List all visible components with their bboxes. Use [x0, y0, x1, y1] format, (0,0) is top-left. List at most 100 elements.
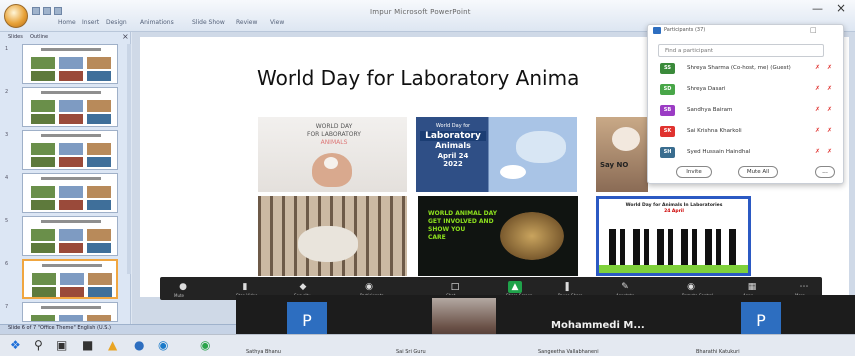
edge-icon[interactable]: ◉ — [158, 338, 168, 352]
participant-row[interactable]: SS Shreya Sharma (Co-host, me) (Guest) ✗ ✗ — [657, 63, 837, 75]
invite-button[interactable]: Invite — [676, 166, 712, 178]
participant-row[interactable]: SD Shreya Dasari ✗ ✗ — [657, 84, 837, 96]
menu-insert[interactable]: Insert — [82, 19, 99, 26]
image-card-1: WORLD DAY FOR LABORATORY ANIMALS — [258, 117, 407, 192]
image-card-4 — [258, 196, 407, 276]
video-participant-name: Mohammedi M... — [551, 320, 645, 331]
taskbar-label-3: Sangeetha Vallabhaneni — [538, 349, 599, 355]
remote-control-icon[interactable]: ◉ — [684, 281, 698, 293]
slide-thumbnail[interactable] — [22, 302, 118, 322]
app-window: Impur Microsoft PowerPoint Home Insert D… — [0, 0, 855, 356]
card6-line2: 24 April — [664, 209, 684, 214]
apps-icon[interactable]: ▦ — [745, 281, 759, 293]
file-explorer-icon[interactable]: ■ — [82, 338, 93, 352]
security-icon[interactable]: ◆ — [296, 281, 310, 293]
toolbar-label: Mute — [174, 293, 185, 298]
slide-thumbnail[interactable] — [22, 216, 118, 256]
muted-microphone-icon[interactable]: ✗ — [815, 127, 820, 134]
pause-icon[interactable]: ❚ — [560, 281, 574, 293]
folder-icon[interactable]: ▲ — [108, 338, 117, 352]
participants-title: Participants (37) — [664, 27, 706, 33]
video-off-icon[interactable]: ✗ — [827, 85, 832, 92]
participant-row[interactable]: SH Syed Hussain Haindhal ✗ ✗ — [657, 147, 837, 159]
chrome-icon[interactable]: ◉ — [200, 338, 210, 352]
muted-microphone-icon[interactable]: ✗ — [815, 148, 820, 155]
menu-view[interactable]: View — [270, 19, 284, 26]
slide-thumbnail[interactable] — [22, 87, 118, 127]
card2-line1: World Day for — [435, 123, 471, 129]
image-card-5: WORLD ANIMAL DAY GET INVOLVED AND SHOW Y… — [418, 196, 578, 276]
menu-review[interactable]: Review — [236, 19, 257, 26]
more-icon[interactable]: ⋯ — [797, 281, 811, 293]
menu-animations[interactable]: Animations — [140, 19, 174, 26]
card2-line3: Animals — [435, 141, 471, 150]
video-off-icon[interactable]: ✗ — [827, 148, 832, 155]
video-off-icon[interactable]: ✗ — [827, 106, 832, 113]
card5-line4: CARE — [428, 234, 446, 241]
share-icon[interactable]: ▲ — [508, 281, 522, 293]
close-icon[interactable]: × — [836, 1, 846, 15]
mute-all-button[interactable]: Mute All — [738, 166, 778, 178]
muted-microphone-icon[interactable]: ✗ — [815, 85, 820, 92]
office-button[interactable] — [4, 4, 28, 28]
zoom-icon — [653, 27, 661, 34]
slide-thumbnail-number: 1 — [5, 46, 9, 52]
panel-popout-icon[interactable]: □ — [810, 26, 817, 34]
participant-search-input[interactable]: Find a participant — [658, 44, 824, 57]
participant-avatar: SD — [660, 84, 675, 95]
chat-icon[interactable]: □ — [448, 281, 462, 293]
participant-avatar: SH — [660, 147, 675, 158]
save-icon[interactable] — [32, 7, 40, 15]
skyline-image — [609, 229, 739, 265]
menu-slide-show[interactable]: Slide Show — [192, 19, 225, 26]
participant-avatar: SK — [660, 126, 675, 137]
windows-start-icon[interactable]: ❖ — [10, 338, 21, 352]
slide-thumbnail-number: 7 — [5, 304, 9, 310]
glove-image — [516, 131, 566, 163]
participant-name: Shreya Dasari — [687, 86, 726, 92]
participants-icon[interactable]: ◉ — [362, 281, 376, 293]
card5-line3: SHOW YOU — [428, 226, 466, 233]
muted-microphone-icon[interactable]: ✗ — [815, 64, 820, 71]
participant-name: Shreya Sharma (Co-host, me) (Guest) — [687, 65, 791, 71]
participant-avatar: SB — [660, 105, 675, 116]
undo-icon[interactable] — [43, 7, 51, 15]
pane-scrollbar[interactable] — [127, 44, 131, 274]
participant-row[interactable]: SB Sandhya Bairam ✗ ✗ — [657, 105, 837, 117]
slide-thumbnail[interactable] — [22, 130, 118, 170]
participant-row[interactable]: SK Sai Krishna Kharkoli ✗ ✗ — [657, 126, 837, 138]
zoom-app-icon[interactable]: ● — [134, 338, 144, 352]
annotate-icon[interactable]: ✎ — [618, 281, 632, 293]
mouse-image — [324, 157, 338, 169]
image-card-6: World Day for Animals In Laboratories 24… — [596, 196, 751, 276]
menu-home[interactable]: Home — [58, 19, 76, 26]
slide-thumbnail[interactable] — [22, 44, 118, 84]
tab-slides[interactable]: Slides — [8, 34, 23, 40]
taskbar-label-4: Bharathi Katukuri — [696, 349, 740, 355]
video-icon[interactable]: ▮ — [238, 281, 252, 293]
taskbar-label-2: Sai Sri Guru — [396, 349, 426, 355]
card1-line1: WORLD DAY — [315, 123, 353, 130]
card5-line2: GET INVOLVED AND — [428, 218, 494, 225]
menu-design[interactable]: Design — [106, 19, 127, 26]
redo-icon[interactable] — [54, 7, 62, 15]
search-icon[interactable]: ⚲ — [34, 338, 43, 352]
rat-image — [500, 165, 526, 179]
microphone-icon[interactable]: ● — [176, 281, 190, 293]
card5-line1: WORLD ANIMAL DAY — [428, 210, 498, 217]
video-off-icon[interactable]: ✗ — [827, 127, 832, 134]
card1-line3: ANIMALS — [320, 139, 348, 146]
slide-title: World Day for Laboratory Anima — [257, 66, 580, 90]
more-options-button[interactable]: ... — [815, 166, 835, 178]
pane-close-icon[interactable]: × — [122, 32, 129, 41]
muted-microphone-icon[interactable]: ✗ — [815, 106, 820, 113]
video-off-icon[interactable]: ✗ — [827, 64, 832, 71]
slide-thumbnail[interactable] — [22, 259, 118, 299]
slide-thumbnail-number: 2 — [5, 89, 9, 95]
slide-thumbnail[interactable] — [22, 173, 118, 213]
slide-thumbnail-number: 5 — [5, 218, 9, 224]
tab-outline[interactable]: Outline — [30, 34, 48, 40]
taskbar-label-1: Sathya Bhanu — [246, 349, 281, 355]
task-view-icon[interactable]: ▣ — [56, 338, 67, 352]
minimize-icon[interactable]: — — [812, 2, 823, 15]
